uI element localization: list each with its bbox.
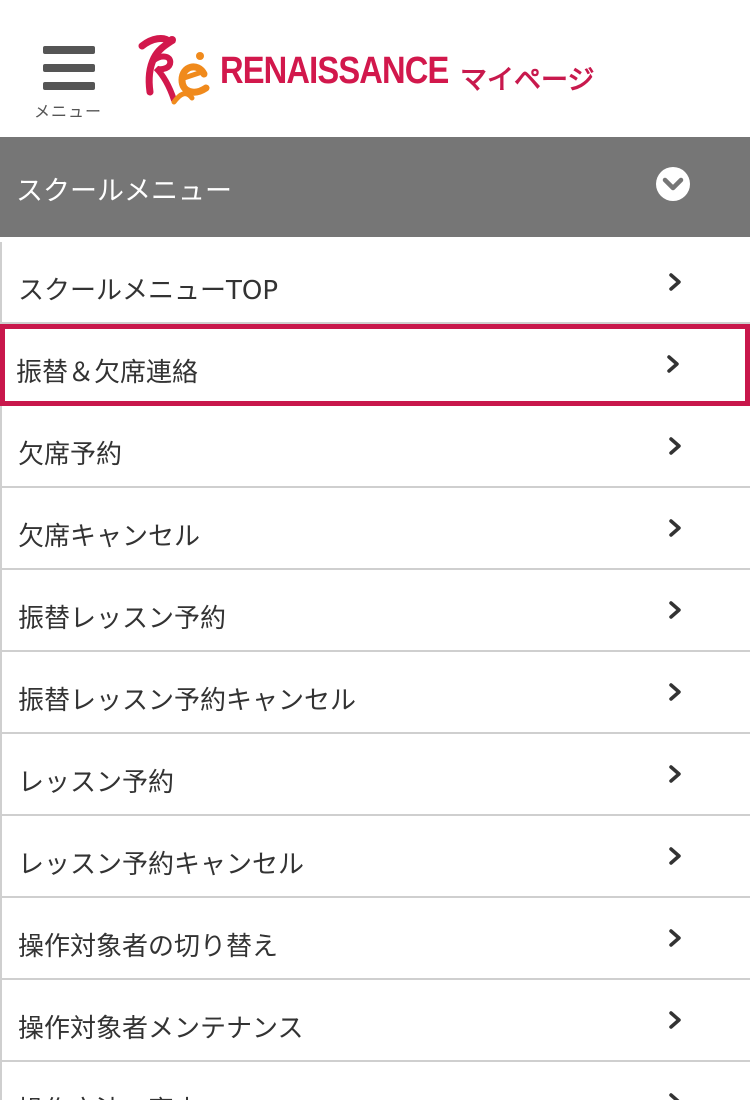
menu-item-transfer-lesson-reservation[interactable]: 振替レッスン予約 <box>0 570 750 652</box>
menu-item-transfer-absence-contact[interactable]: 振替＆欠席連絡 <box>0 324 750 406</box>
hamburger-icon <box>43 46 95 90</box>
chevron-right-icon <box>669 601 681 619</box>
menu-item-label: 欠席予約 <box>18 440 123 470</box>
menu-button[interactable]: メニュー <box>30 40 106 124</box>
menu-item-switch-target-user[interactable]: 操作対象者の切り替え <box>0 898 750 980</box>
menu-item-absence-cancel[interactable]: 欠席キャンセル <box>0 488 750 570</box>
page-title: マイページ <box>460 65 595 96</box>
menu-button-label: メニュー <box>33 102 102 121</box>
chevron-right-icon <box>669 519 681 537</box>
menu-item-label: 振替レッスン予約 <box>18 604 227 634</box>
menu-item-transfer-lesson-cancel[interactable]: 振替レッスン予約キャンセル <box>0 652 750 734</box>
menu-item-label: 操作対象者メンテナンス <box>18 1014 304 1044</box>
logo-wordmark: RENAISSANCE <box>220 50 449 92</box>
chevron-right-icon <box>669 1093 680 1100</box>
menu-item-label: 操作対象者の切り替え <box>18 932 279 962</box>
menu-item-operation-guide[interactable]: 操作方法の案内 <box>0 1062 750 1100</box>
section-title: スクールメニュー <box>16 176 232 207</box>
logo-mark-icon <box>138 35 210 105</box>
menu-item-label: 振替レッスン予約キャンセル <box>18 686 357 716</box>
menu-item-absence-reservation[interactable]: 欠席予約 <box>0 406 750 488</box>
chevron-right-icon <box>669 929 681 947</box>
menu-item-lesson-cancel[interactable]: レッスン予約キャンセル <box>0 816 750 898</box>
renaissance-logo[interactable]: RENAISSANCE <box>134 32 449 108</box>
chevron-right-icon <box>667 355 679 373</box>
school-menu-list: スクールメニューTOP 振替＆欠席連絡 欠席予約 欠席キャンセル 振替レッスン予… <box>0 242 750 1100</box>
menu-item-school-menu-top[interactable]: スクールメニューTOP <box>0 242 750 324</box>
chevron-right-icon <box>669 683 681 701</box>
chevron-right-icon <box>669 273 681 291</box>
menu-item-label: 振替＆欠席連絡 <box>16 358 199 388</box>
menu-item-target-user-maintenance[interactable]: 操作対象者メンテナンス <box>0 980 750 1062</box>
chevron-right-icon <box>669 847 681 865</box>
chevron-down-circle-icon[interactable] <box>656 167 690 201</box>
menu-item-label: 欠席キャンセル <box>18 522 201 552</box>
chevron-right-icon <box>669 437 681 455</box>
school-menu-toggle[interactable]: スクールメニュー <box>0 137 750 237</box>
chevron-right-icon <box>669 765 681 783</box>
chevron-right-icon <box>669 1011 681 1029</box>
header: メニュー RENAISSANCE マイページ <box>0 0 750 137</box>
menu-item-label: レッスン予約キャンセル <box>18 850 305 880</box>
menu-item-label: 操作方法の案内 <box>18 1090 200 1100</box>
menu-item-label: スクールメニューTOP <box>18 276 279 306</box>
menu-item-lesson-reservation[interactable]: レッスン予約 <box>0 734 750 816</box>
menu-item-label: レッスン予約 <box>18 768 175 798</box>
